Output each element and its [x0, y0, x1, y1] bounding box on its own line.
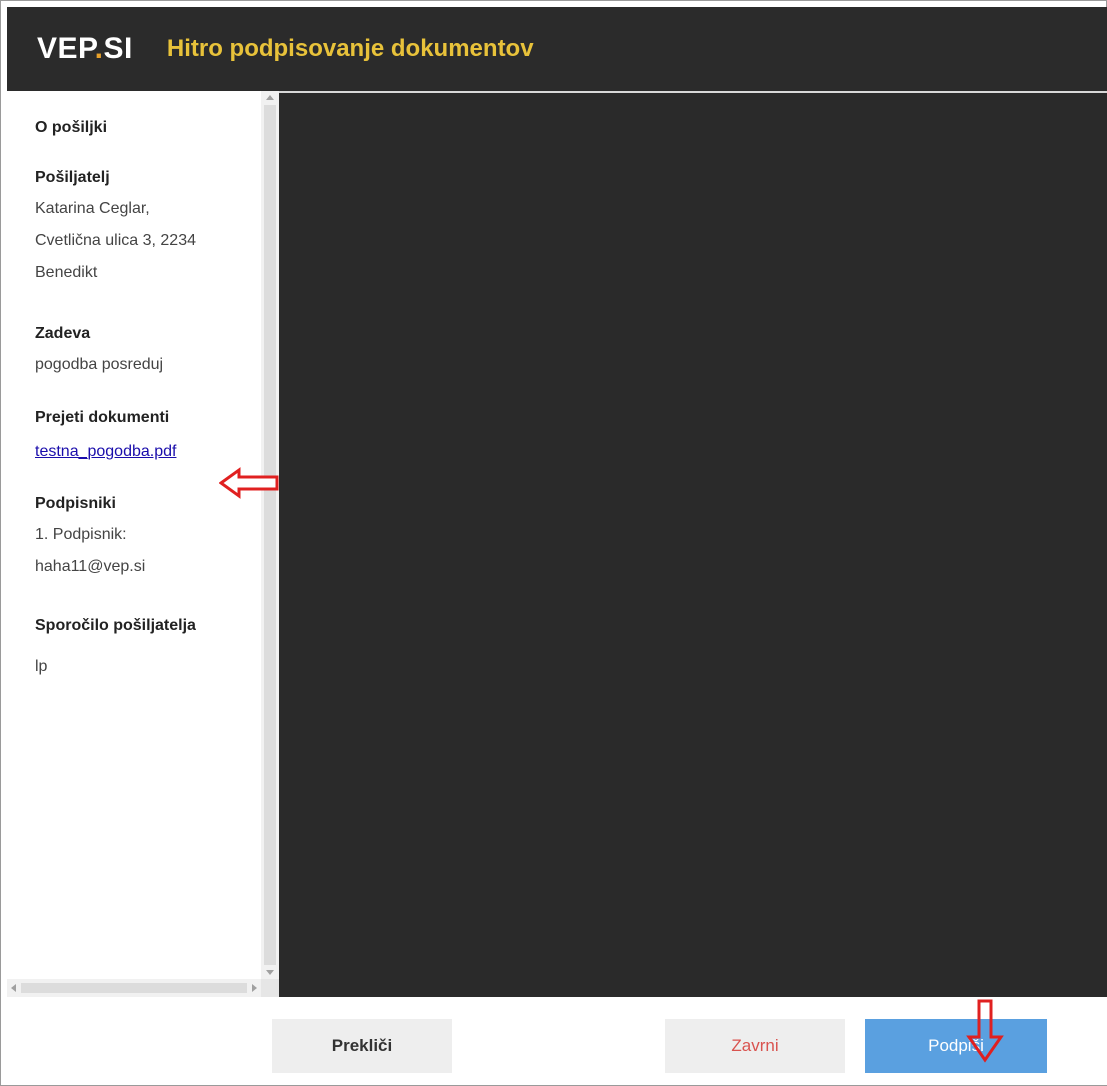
action-bar: Prekliči Zavrni Podpiši — [7, 997, 1107, 1085]
signer-line: haha11@vep.si — [35, 558, 146, 575]
shipment-info-panel[interactable]: O pošiljki Pošiljatelj Katarina Ceglar, … — [7, 91, 279, 997]
arrow-down-annotation-icon — [966, 999, 1004, 1063]
message-section: Sporočilo pošiljatelja lp — [35, 611, 259, 683]
reject-button[interactable]: Zavrni — [665, 1019, 845, 1073]
cancel-button[interactable]: Prekliči — [272, 1019, 452, 1073]
scroll-right-icon[interactable] — [252, 984, 257, 992]
logo-main: VEP — [37, 32, 95, 65]
logo-dot: . — [94, 32, 104, 65]
scrollbar-corner — [261, 979, 279, 997]
scroll-left-icon[interactable] — [11, 984, 16, 992]
message-value: lp — [35, 658, 48, 675]
message-label: Sporočilo pošiljatelja — [35, 617, 196, 634]
sign-button[interactable]: Podpiši — [865, 1019, 1047, 1073]
document-link[interactable]: testna_pogodba.pdf — [35, 437, 176, 467]
scroll-down-icon[interactable] — [266, 970, 274, 975]
vertical-scrollbar[interactable] — [261, 91, 279, 979]
vep-logo: VEP.SI — [37, 32, 133, 66]
horizontal-scroll-thumb[interactable] — [21, 983, 247, 993]
arrow-left-annotation-icon — [219, 467, 279, 499]
app-window: VEP.SI Hitro podpisovanje dokumentov O p… — [0, 0, 1107, 1086]
page-title: Hitro podpisovanje dokumentov — [166, 35, 534, 62]
signers-section: Podpisniki 1. Podpisnik: haha11@vep.si — [35, 489, 259, 583]
documents-section: Prejeti dokumenti testna_pogodba.pdf — [35, 403, 259, 467]
scroll-up-icon[interactable] — [266, 95, 274, 100]
shipment-info-content: O pošiljki Pošiljatelj Katarina Ceglar, … — [7, 91, 259, 979]
signer-line: 1. Podpisnik: — [35, 526, 127, 543]
document-viewer[interactable] — [279, 91, 1107, 997]
sender-line: Benedikt — [35, 264, 98, 281]
subject-section: Zadeva pogodba posreduj — [35, 319, 259, 381]
subject-value: pogodba posreduj — [35, 356, 164, 373]
shipment-heading: O pošiljki — [35, 119, 108, 136]
horizontal-scrollbar[interactable] — [7, 979, 261, 997]
documents-label: Prejeti dokumenti — [35, 409, 170, 426]
sender-line: Katarina Ceglar, — [35, 200, 150, 217]
subject-label: Zadeva — [35, 325, 91, 342]
sender-label: Pošiljatelj — [35, 169, 110, 186]
sender-line: Cvetlična ulica 3, 2234 — [35, 232, 196, 249]
logo-suffix: SI — [103, 32, 133, 65]
sender-section: Pošiljatelj Katarina Ceglar, Cvetlična u… — [35, 163, 259, 289]
vertical-scroll-thumb[interactable] — [264, 105, 276, 965]
app-header: VEP.SI Hitro podpisovanje dokumentov — [7, 7, 1107, 91]
